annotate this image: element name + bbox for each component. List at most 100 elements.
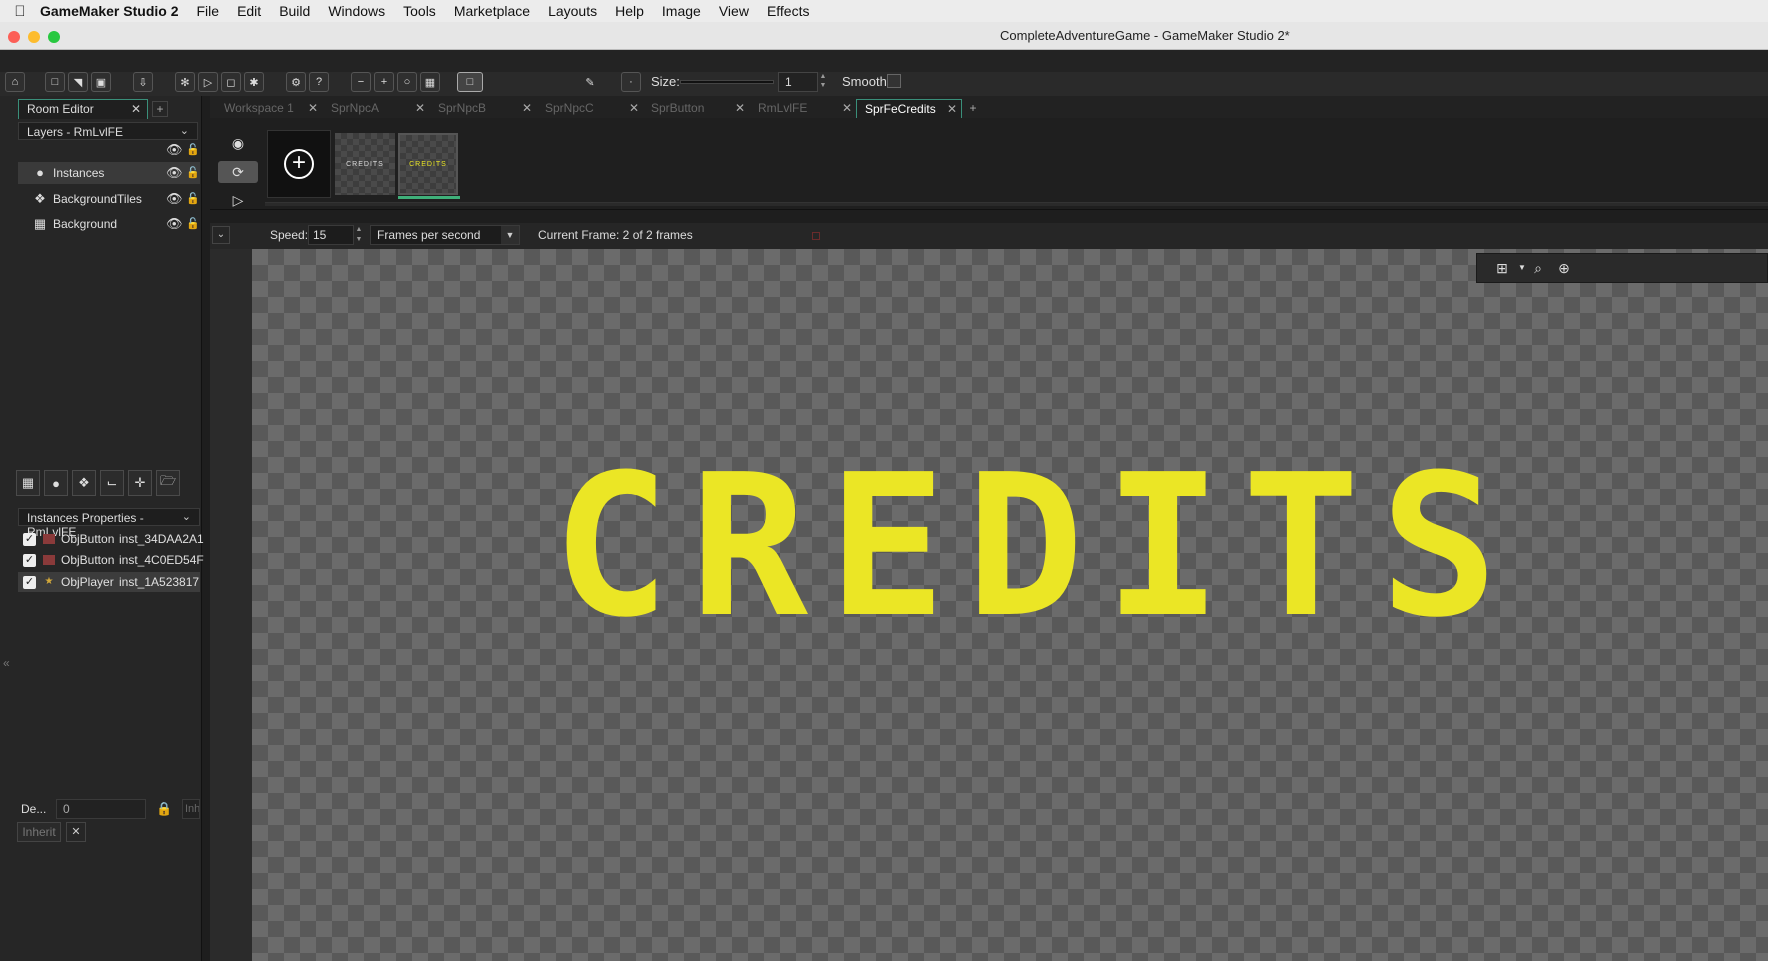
- apple-icon[interactable]: : [0, 3, 40, 20]
- lock-icon[interactable]: 🔓: [186, 166, 200, 180]
- frame-thumbnail-selected[interactable]: CREDITS: [398, 133, 458, 195]
- minimize-window-button[interactable]: [28, 31, 40, 43]
- instance-checkbox[interactable]: ✓: [23, 554, 36, 567]
- menu-effects[interactable]: Effects: [767, 3, 810, 19]
- zoom-out-icon[interactable]: −: [351, 72, 371, 92]
- monitor-icon[interactable]: □: [457, 72, 483, 92]
- add-path-layer-icon[interactable]: ⌙: [100, 470, 124, 496]
- zoom-fit-icon[interactable]: ⊕: [1553, 258, 1575, 278]
- menu-image[interactable]: Image: [662, 3, 701, 19]
- open-project-icon[interactable]: ◥: [68, 72, 88, 92]
- inherit-field[interactable]: Inh: [182, 799, 200, 819]
- tab-sprnpcc[interactable]: SprNpcC ✕: [537, 99, 643, 118]
- tab-rmlvlfe[interactable]: RmLvlFE ✕: [750, 99, 856, 118]
- close-window-button[interactable]: [8, 31, 20, 43]
- close-icon[interactable]: ✕: [842, 101, 852, 115]
- tab-sprnpca[interactable]: SprNpcA ✕: [323, 99, 429, 118]
- save-icon[interactable]: ▣: [91, 72, 111, 92]
- pencil-icon[interactable]: ✎: [580, 72, 600, 92]
- instance-row[interactable]: ✓ ObjButton inst_4C0ED54F: [18, 550, 204, 570]
- close-icon[interactable]: ✕: [131, 102, 141, 116]
- menu-windows[interactable]: Windows: [328, 3, 385, 19]
- close-icon[interactable]: ✕: [629, 101, 639, 115]
- layer-row-background[interactable]: ▦ Background 👁 🔓: [18, 213, 200, 235]
- menu-build[interactable]: Build: [279, 3, 310, 19]
- tab-sprnpcb[interactable]: SprNpcB ✕: [430, 99, 536, 118]
- menu-view[interactable]: View: [719, 3, 749, 19]
- add-tab-button[interactable]: +: [965, 101, 981, 115]
- zoom-icon[interactable]: ⌕: [1527, 258, 1549, 278]
- instance-checkbox[interactable]: ✓: [23, 533, 36, 546]
- layer-row-instances[interactable]: ● Instances 👁 🔓: [18, 162, 200, 184]
- speed-units-select[interactable]: Frames per second ▼: [370, 225, 520, 245]
- size-stepper[interactable]: ▲ ▼: [818, 72, 828, 92]
- tab-workspace-1[interactable]: Workspace 1 ✕: [216, 99, 322, 118]
- play-animation-icon[interactable]: ▷: [218, 189, 258, 211]
- lock-icon[interactable]: 🔓: [186, 192, 200, 206]
- instance-row[interactable]: ✓ ★ ObjPlayer inst_1A523817: [18, 572, 200, 592]
- tab-sprfecredits[interactable]: SprFeCredits ✕: [856, 99, 962, 118]
- add-frame-button[interactable]: +: [267, 130, 331, 198]
- depth-input[interactable]: 0: [56, 799, 146, 819]
- eye-icon[interactable]: 👁: [166, 143, 183, 157]
- close-icon[interactable]: ✕: [308, 101, 318, 115]
- size-input[interactable]: 1: [778, 72, 818, 92]
- menu-file[interactable]: File: [197, 3, 220, 19]
- lock-icon[interactable]: 🔒: [156, 801, 172, 817]
- menu-tools[interactable]: Tools: [403, 3, 436, 19]
- lock-icon[interactable]: 🔓: [186, 143, 200, 157]
- home-icon[interactable]: ⌂: [5, 72, 25, 92]
- add-tile-layer-icon[interactable]: ❖: [72, 470, 96, 496]
- zoom-in-icon[interactable]: +: [374, 72, 394, 92]
- collapse-panel-icon[interactable]: «: [3, 656, 10, 670]
- menu-help[interactable]: Help: [615, 3, 644, 19]
- grid-icon[interactable]: ▦: [420, 72, 440, 92]
- add-background-layer-icon[interactable]: ▦: [16, 470, 40, 496]
- menu-marketplace[interactable]: Marketplace: [454, 3, 530, 19]
- menu-edit[interactable]: Edit: [237, 3, 261, 19]
- close-icon[interactable]: ✕: [522, 101, 532, 115]
- help-icon[interactable]: ?: [309, 72, 329, 92]
- instances-properties-dropdown[interactable]: Instances Properties - RmLvlFE ⌄: [18, 508, 200, 539]
- smooth-checkbox[interactable]: [887, 74, 901, 88]
- close-icon[interactable]: ✕: [735, 101, 745, 115]
- menu-layouts[interactable]: Layouts: [548, 3, 597, 19]
- instance-checkbox[interactable]: ✓: [23, 576, 36, 589]
- stop-icon[interactable]: ◻: [221, 72, 241, 92]
- add-panel-tab-button[interactable]: +: [152, 101, 168, 117]
- chevron-down-icon[interactable]: ⌄: [212, 226, 230, 244]
- onion-skin-icon[interactable]: ◉: [218, 132, 258, 154]
- close-icon[interactable]: ✕: [947, 102, 957, 116]
- add-asset-layer-icon[interactable]: ✛: [128, 470, 152, 496]
- settings-icon[interactable]: ⚙: [286, 72, 306, 92]
- clear-inherit-icon[interactable]: ✕: [66, 822, 86, 842]
- room-editor-tab[interactable]: Room Editor ✕: [18, 99, 148, 119]
- loop-icon[interactable]: ⟳: [218, 161, 258, 183]
- close-icon[interactable]: ✕: [415, 101, 425, 115]
- eye-icon[interactable]: 👁: [166, 217, 183, 231]
- add-instance-layer-icon[interactable]: ●: [44, 470, 68, 496]
- lock-icon[interactable]: 🔓: [186, 217, 200, 231]
- frame-thumbnail[interactable]: CREDITS: [335, 133, 395, 195]
- grid-toggle-icon[interactable]: ⊞: [1491, 258, 1513, 278]
- brush-shape-icon[interactable]: ·: [621, 72, 641, 92]
- zoom-reset-icon[interactable]: ○: [397, 72, 417, 92]
- zoom-window-button[interactable]: [48, 31, 60, 43]
- instance-row[interactable]: ✓ ObjButton inst_34DAA2A1: [18, 529, 204, 549]
- new-project-icon[interactable]: □: [45, 72, 65, 92]
- speed-stepper[interactable]: ▲ ▼: [354, 225, 364, 245]
- inherit-button[interactable]: Inherit: [17, 822, 61, 842]
- add-folder-icon[interactable]: 🗁: [156, 470, 180, 496]
- speed-input[interactable]: 15: [308, 225, 354, 245]
- eye-icon[interactable]: 👁: [166, 166, 183, 180]
- frame-scrollbar[interactable]: [265, 202, 1768, 206]
- run-icon[interactable]: ▷: [198, 72, 218, 92]
- app-name-menu[interactable]: GameMaker Studio 2: [40, 3, 179, 19]
- layers-dropdown[interactable]: Layers - RmLvlFE ⌄: [18, 122, 198, 140]
- eye-icon[interactable]: 👁: [166, 192, 183, 206]
- clean-icon[interactable]: ✱: [244, 72, 264, 92]
- debug-icon[interactable]: ✻: [175, 72, 195, 92]
- size-slider[interactable]: [680, 80, 774, 84]
- sprite-canvas[interactable]: CREDITS: [252, 249, 1768, 961]
- tab-sprbutton[interactable]: SprButton ✕: [643, 99, 749, 118]
